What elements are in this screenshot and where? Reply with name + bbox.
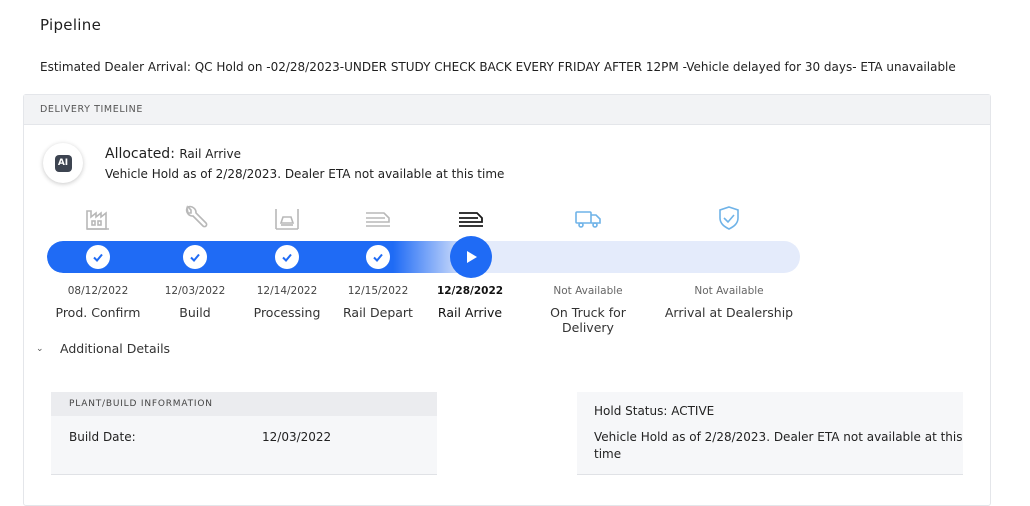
additional-details-label: Additional Details: [60, 341, 171, 356]
step-date: Not Available: [553, 285, 623, 297]
timeline-header: DELIVERY TIMELINE: [24, 95, 990, 125]
progress-track: [47, 241, 800, 273]
build-date-row: Build Date: 12/03/2022: [51, 416, 437, 456]
build-date-value: 12/03/2022: [262, 430, 332, 444]
progress-fill: [47, 241, 469, 273]
step-date: 12/28/2022: [436, 285, 504, 297]
processing-icon: [272, 205, 302, 231]
plant-build-info-card: PLANT/BUILD INFORMATION Build Date: 12/0…: [51, 392, 437, 475]
eta-message: Estimated Dealer Arrival: QC Hold on -02…: [40, 60, 956, 74]
shield-check-icon: [714, 205, 744, 231]
delivery-timeline-card: DELIVERY TIMELINE AI Allocated: Rail Arr…: [23, 94, 991, 506]
page-title: Pipeline: [40, 16, 102, 34]
step-label: On Truck for Delivery: [550, 305, 626, 335]
additional-details-toggle[interactable]: ⌄ Additional Details: [36, 341, 170, 356]
wrench-icon: [180, 205, 210, 231]
ai-badge-label: AI: [54, 154, 72, 172]
step-label: Arrival at Dealership: [664, 305, 794, 320]
check-icon: [190, 253, 200, 262]
hold-status-card: Hold Status: ACTIVE Vehicle Hold as of 2…: [577, 392, 963, 475]
play-icon: [467, 251, 477, 263]
step-complete-prod-confirm: [86, 245, 110, 269]
check-icon: [373, 253, 383, 262]
status-heading: Allocated: Rail Arrive: [105, 146, 241, 162]
step-label: Rail Arrive: [437, 305, 503, 320]
step-complete-processing: [275, 245, 299, 269]
step-date: Not Available: [694, 285, 764, 297]
step-current-rail-arrive: [450, 236, 492, 278]
plant-build-header: PLANT/BUILD INFORMATION: [51, 392, 437, 416]
chevron-down-icon: ⌄: [36, 343, 44, 354]
step-complete-build: [183, 245, 207, 269]
status-subtext: Vehicle Hold as of 2/28/2023. Dealer ETA…: [105, 167, 505, 181]
status-value: Rail Arrive: [179, 147, 241, 161]
check-icon: [282, 253, 292, 262]
rail-arrive-icon: [456, 205, 486, 231]
check-icon: [93, 253, 103, 262]
factory-icon: [83, 205, 113, 231]
step-complete-rail-depart: [366, 245, 390, 269]
truck-icon: [573, 205, 603, 231]
hold-message: Vehicle Hold as of 2/28/2023. Dealer ETA…: [594, 430, 963, 461]
build-date-label: Build Date:: [69, 430, 136, 444]
status-label: Allocated:: [105, 146, 175, 162]
ai-badge: AI: [43, 143, 83, 183]
hold-status: Hold Status: ACTIVE: [594, 404, 715, 418]
rail-depart-icon: [363, 205, 393, 231]
